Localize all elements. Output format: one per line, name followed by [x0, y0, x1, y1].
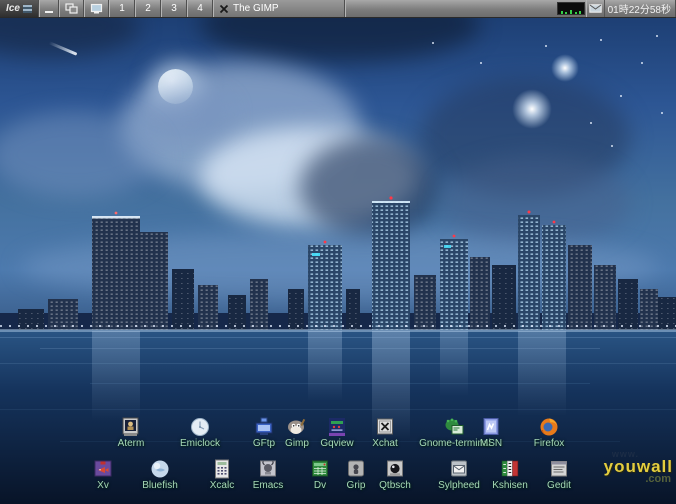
xv-icon	[92, 459, 114, 479]
workspace-3-label: 3	[171, 3, 177, 14]
desktop-screen: Ice 1 2 3 4 The GIMP	[0, 0, 676, 504]
desktop-icon-label: Qtbsch	[379, 480, 411, 491]
desktop-icon-label: Emiclock	[180, 438, 220, 449]
desktop-icon-label: Gedit	[547, 480, 571, 491]
msn-icon	[480, 417, 502, 437]
cpu-monitor-applet[interactable]	[557, 2, 585, 15]
workspace-2-label: 2	[145, 3, 151, 14]
mail-envelope-icon	[589, 4, 602, 13]
task-button-gimp[interactable]: The GIMP	[213, 0, 345, 17]
workspace-button-3[interactable]: 3	[161, 0, 187, 17]
taskbar-empty-area	[345, 0, 556, 17]
desktop-icon-label: Xchat	[372, 438, 398, 449]
desktop-icon-label: Firefox	[534, 438, 565, 449]
monitor-icon	[90, 3, 103, 15]
clock-display: 01時22分58秒	[604, 0, 676, 17]
taskbar: Ice 1 2 3 4 The GIMP	[0, 0, 676, 18]
show-desktop-button[interactable]	[39, 0, 59, 17]
desktop-icon-label: Aterm	[118, 438, 145, 449]
gimp-task-icon	[219, 4, 229, 14]
icewm-logo-icon	[23, 5, 32, 13]
firefox-icon	[538, 417, 560, 437]
workspace-button-2[interactable]: 2	[135, 0, 161, 17]
workspace-1-label: 1	[119, 3, 125, 14]
clock-text: 01時22分58秒	[608, 1, 671, 16]
watermark-name: youwall	[604, 459, 673, 474]
desktop-icon-label: Bluefish	[142, 480, 178, 491]
mailbox-applet[interactable]	[586, 0, 604, 17]
desktop-icon-label: MSN	[480, 438, 502, 449]
window-list-icon	[65, 3, 78, 14]
bluefish-icon	[149, 459, 171, 479]
aterm-icon	[120, 417, 142, 437]
sylpheed-icon	[448, 459, 470, 479]
xchat-icon	[374, 417, 396, 437]
show-desktop-icon	[45, 11, 53, 13]
task-button-label: The GIMP	[233, 3, 279, 14]
desktop-icon-firefox[interactable]: Firefox	[507, 417, 591, 449]
workspace-4-label: 4	[197, 3, 203, 14]
emiclock-icon	[189, 417, 211, 437]
workspace-button-1[interactable]: 1	[109, 0, 135, 17]
qtbsch-icon	[384, 459, 406, 479]
wallpaper-watermark: www. youwall .com	[604, 449, 673, 484]
monitor-button[interactable]	[84, 0, 109, 17]
start-menu-button[interactable]: Ice	[0, 0, 39, 17]
desktop-icon-gedit[interactable]: Gedit	[517, 459, 601, 491]
gedit-icon	[548, 459, 570, 479]
window-list-button[interactable]	[59, 0, 84, 17]
desktop-icon-label: Xv	[97, 480, 109, 491]
start-menu-label: Ice	[6, 3, 20, 14]
workspace-button-4[interactable]: 4	[187, 0, 213, 17]
emacs-icon	[257, 459, 279, 479]
